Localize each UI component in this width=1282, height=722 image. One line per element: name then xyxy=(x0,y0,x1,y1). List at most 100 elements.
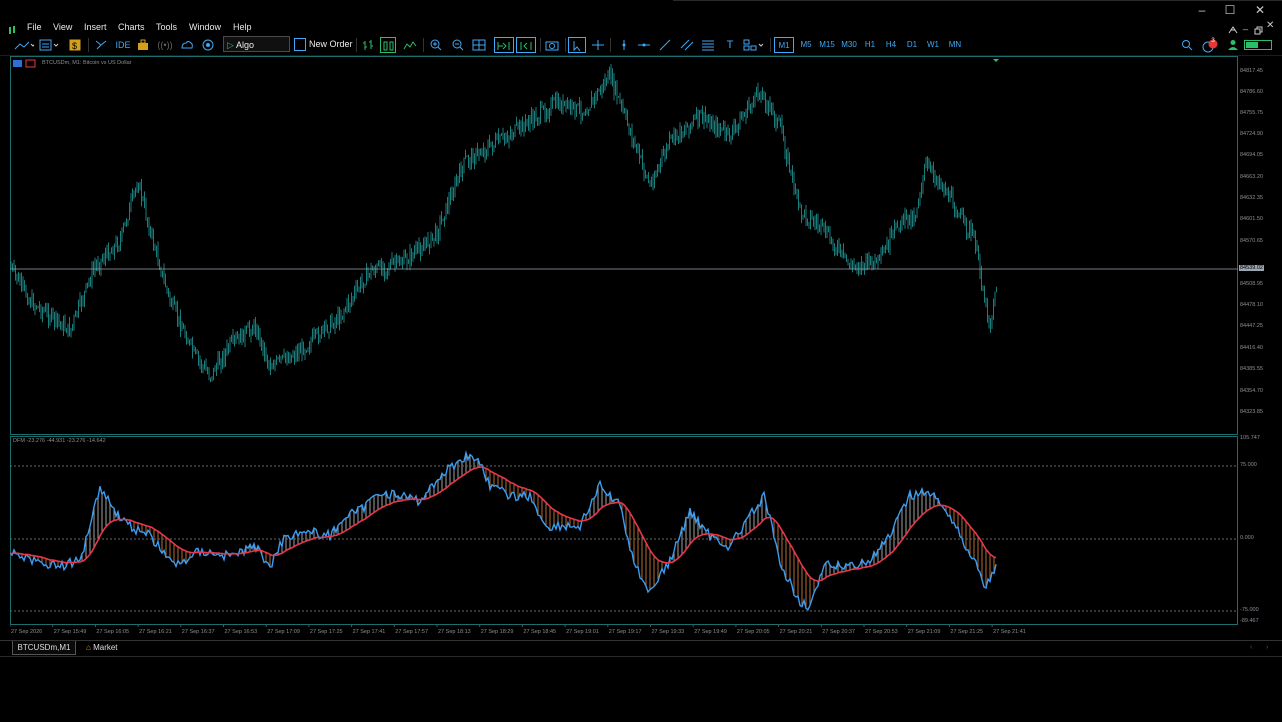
notification-count: 3 xyxy=(1211,38,1215,44)
timeframe-d1[interactable]: D1 xyxy=(902,37,922,53)
ide-button[interactable]: IDE xyxy=(114,37,132,53)
timeframe-mn[interactable]: MN xyxy=(945,37,965,53)
tab-scroll-right-icon[interactable]: › xyxy=(1266,641,1268,654)
line-chart-icon[interactable] xyxy=(402,37,418,53)
menu-insert[interactable]: Insert xyxy=(84,21,107,34)
doc-restore-icon[interactable] xyxy=(1254,22,1263,35)
time-label: 27 Sep 16:21 xyxy=(139,629,172,635)
price-label: 84385.55 xyxy=(1240,366,1263,372)
navigator-icon[interactable] xyxy=(93,37,109,53)
screenshot-icon[interactable] xyxy=(544,37,560,53)
account-icon[interactable] xyxy=(1226,37,1240,53)
chart-shift-icon[interactable] xyxy=(516,37,536,53)
vertical-line-icon[interactable] xyxy=(616,37,632,53)
maximize-button[interactable]: ☐ xyxy=(1220,3,1240,17)
auto-scroll-icon[interactable] xyxy=(494,37,514,53)
timeframe-h4[interactable]: H4 xyxy=(881,37,901,53)
timeframe-m1[interactable]: M1 xyxy=(774,37,794,53)
menu-help[interactable]: Help xyxy=(233,21,252,34)
timeframe-m5[interactable]: M5 xyxy=(796,37,816,53)
text-tool-icon[interactable]: T xyxy=(722,37,738,53)
price-label: 84724.90 xyxy=(1240,131,1263,137)
time-label: 27 Sep 20:21 xyxy=(780,629,813,635)
tab-btcusdm-m1[interactable]: BTCUSDm,M1 xyxy=(12,641,76,655)
community-icon[interactable] xyxy=(200,37,216,53)
timeframe-w1[interactable]: W1 xyxy=(923,37,943,53)
templates-icon[interactable] xyxy=(38,37,60,53)
svg-text:$: $ xyxy=(72,41,77,51)
zoom-out-icon[interactable] xyxy=(450,37,466,53)
price-label: 84755.75 xyxy=(1240,110,1263,116)
timeframe-m30[interactable]: M30 xyxy=(839,37,859,53)
timeframe-h1[interactable]: H1 xyxy=(860,37,880,53)
chart-canvas[interactable]: 27 Sep 2026 27 Sep 15:49 27 Sep 16:05 27 Se… xyxy=(10,56,1238,636)
price-label: 84323.85 xyxy=(1240,409,1263,415)
toolbox-area xyxy=(0,656,1282,722)
menu-file[interactable]: File xyxy=(27,21,42,34)
indicator-level-label: 75.000 xyxy=(1240,462,1257,468)
search-icon[interactable] xyxy=(1180,37,1194,53)
candlestick-icon[interactable] xyxy=(380,37,396,53)
current-price-label: 84539.02 xyxy=(1239,265,1264,271)
price-label: 84478.10 xyxy=(1240,302,1263,308)
close-button[interactable]: ✕ xyxy=(1250,3,1270,17)
indicator-level-label: -75.000 xyxy=(1240,607,1259,613)
crosshair-icon[interactable] xyxy=(590,37,606,53)
algo-trading-button[interactable]: ▷ Algo Trading xyxy=(223,36,290,66)
news-icon[interactable] xyxy=(1228,22,1238,34)
menu-view[interactable]: View xyxy=(53,21,72,34)
doc-minimize-icon[interactable]: _ xyxy=(1243,20,1248,30)
new-order-button[interactable]: New Order xyxy=(294,36,353,52)
title-bar: – ☐ ✕ xyxy=(0,0,1282,20)
time-label: 27 Sep 18:45 xyxy=(523,629,556,635)
zoom-in-icon[interactable] xyxy=(428,37,444,53)
vps-icon[interactable] xyxy=(179,37,195,53)
signals-icon[interactable]: ((•)) xyxy=(156,37,174,53)
toolbar-separator xyxy=(610,38,611,52)
connection-status-bar[interactable] xyxy=(1244,40,1272,50)
minimize-button[interactable]: – xyxy=(1192,3,1212,17)
new-order-label: New Order xyxy=(309,39,353,49)
market-icon[interactable]: $ xyxy=(68,37,82,53)
tab-scroll-left-icon[interactable]: ‹ xyxy=(1250,641,1252,654)
strategy-tester-icon[interactable] xyxy=(136,37,150,53)
price-label: 84570.65 xyxy=(1240,238,1263,244)
chart-title: BTCUSDm, M1: Bitcoin vs US Dollar xyxy=(42,60,132,66)
tab-market[interactable]: ⌂ Market xyxy=(86,641,118,654)
price-label: 84508.95 xyxy=(1240,281,1263,287)
market-tab-icon: ⌂ xyxy=(86,643,91,652)
toolbar-separator xyxy=(423,38,424,52)
menu-charts[interactable]: Charts xyxy=(118,21,145,34)
time-label: 27 Sep 20:05 xyxy=(737,629,770,635)
time-label: 27 Sep 19:17 xyxy=(609,629,642,635)
channel-icon[interactable] xyxy=(679,37,695,53)
price-label: 84817.45 xyxy=(1240,68,1263,74)
indicator-level-label: 0.000 xyxy=(1240,535,1254,541)
bar-chart-icon[interactable] xyxy=(360,37,376,53)
fibonacci-icon[interactable] xyxy=(700,37,716,53)
connection-strength-fill xyxy=(1246,42,1258,48)
menu-window[interactable]: Window xyxy=(189,21,221,34)
toolbar-separator xyxy=(770,38,771,52)
toolbar-separator xyxy=(540,38,541,52)
indicator-panel-frame xyxy=(10,436,1238,625)
menu-bar: File View Insert Charts Tools Window Hel… xyxy=(0,20,1282,35)
shapes-icon[interactable] xyxy=(742,37,766,53)
chart-window-icon xyxy=(13,60,22,67)
time-label: 27 Sep 16:53 xyxy=(225,629,258,635)
tile-windows-icon[interactable] xyxy=(471,37,487,53)
time-label: 27 Sep 19:33 xyxy=(652,629,685,635)
trend-line-icon[interactable] xyxy=(657,37,673,53)
menu-tools[interactable]: Tools xyxy=(156,21,177,34)
chart-type-icon[interactable] xyxy=(13,37,35,53)
timeframe-m15[interactable]: M15 xyxy=(817,37,837,53)
cursor-icon[interactable] xyxy=(568,37,586,53)
price-label: 84601.50 xyxy=(1240,216,1263,222)
horizontal-line-icon[interactable] xyxy=(636,37,652,53)
indicator-level-label: 105.747 xyxy=(1240,435,1260,441)
doc-close-icon[interactable]: ✕ xyxy=(1266,20,1274,31)
time-label: 27 Sep 17:09 xyxy=(267,629,300,635)
time-label: 27 Sep 21:41 xyxy=(993,629,1026,635)
chart-tabs: BTCUSDm,M1 ⌂ Market ‹ › xyxy=(0,640,1282,655)
price-scale[interactable]: 84817.45 84786.60 84755.75 84724.90 84694.05… xyxy=(1238,56,1282,636)
